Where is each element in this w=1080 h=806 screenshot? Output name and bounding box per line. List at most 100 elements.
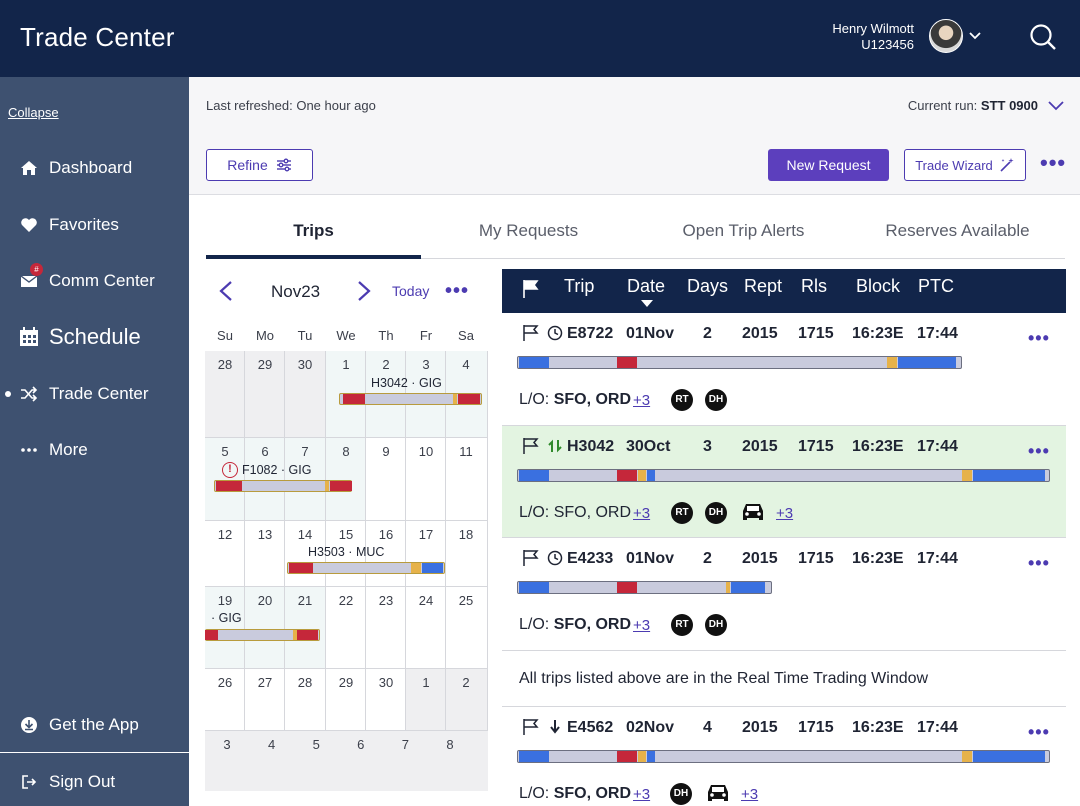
more-layovers-link[interactable]: +3: [633, 392, 650, 409]
calendar-day-number: 9: [382, 444, 390, 459]
flag-icon[interactable]: [522, 279, 540, 299]
sign-out-link[interactable]: Sign Out: [0, 762, 189, 802]
avatar[interactable]: [929, 19, 963, 53]
table-row[interactable]: E4562 02Nov 4 2015 1715 16:23E 17:44 ••• L/O: SF…: [502, 707, 1066, 806]
calendar-day-number: 28: [217, 357, 233, 372]
col-ptc[interactable]: PTC: [918, 276, 954, 297]
row-options-icon[interactable]: •••: [1028, 723, 1050, 741]
calendar-day-number: 30: [378, 675, 394, 690]
chevron-right-icon[interactable]: [356, 280, 372, 302]
cell-ptc: 17:44: [917, 325, 958, 342]
row-options-icon[interactable]: •••: [1028, 329, 1050, 347]
clock-icon: [547, 550, 563, 566]
calendar-day-number: 28: [297, 675, 313, 690]
trip-segment: [519, 357, 549, 368]
tab-open-trip-alerts[interactable]: Open Trip Alerts: [636, 213, 851, 259]
table-row[interactable]: E8722 01Nov 2 2015 1715 16:23E 17:44 ••• L/O: SF…: [502, 313, 1066, 426]
more-vehicles-link[interactable]: +3: [741, 786, 758, 803]
more-layovers-link[interactable]: +3: [633, 505, 650, 522]
col-trip[interactable]: Trip: [564, 276, 594, 297]
cell-block: 16:23E: [852, 325, 904, 342]
cell-rls: 1715: [798, 325, 834, 342]
tab-my-requests[interactable]: My Requests: [421, 213, 636, 259]
new-request-button[interactable]: New Request: [768, 149, 889, 181]
get-the-app-link[interactable]: Get the App: [0, 705, 189, 745]
col-block[interactable]: Block: [856, 276, 900, 297]
trip-segment: [973, 470, 1045, 481]
tab-reserves-available[interactable]: Reserves Available: [850, 213, 1065, 259]
more-layovers-link[interactable]: +3: [633, 786, 650, 803]
sidebar-item-label: Dashboard: [49, 158, 133, 177]
collapse-link[interactable]: Collapse: [8, 105, 59, 120]
chevron-down-icon[interactable]: [1046, 97, 1066, 113]
tab-bar: Trips My Requests Open Trip Alerts Reser…: [206, 213, 1065, 259]
table-header: Trip Date Days Rept Rls Block PTC: [502, 269, 1066, 313]
badge-rt: RT: [671, 502, 693, 524]
today-button[interactable]: Today: [392, 283, 429, 299]
sidebar-item-schedule[interactable]: Schedule: [0, 317, 189, 357]
sidebar-item-more[interactable]: More: [0, 430, 189, 470]
current-run[interactable]: Current run: STT 0900: [908, 98, 1038, 113]
trip-segment: [216, 481, 242, 491]
cell-rls: 1715: [798, 550, 834, 567]
calendar-day-number: 30: [297, 357, 313, 372]
trip-segment: [617, 582, 637, 593]
row-options-icon[interactable]: •••: [1028, 554, 1050, 572]
calendar-day-number: 4: [462, 357, 470, 372]
calendar-trip-label[interactable]: F1082 · GIG: [242, 463, 311, 477]
flag-icon[interactable]: [522, 437, 540, 455]
chevron-left-icon[interactable]: [218, 280, 234, 302]
trip-segment: [453, 394, 457, 404]
row-options-icon[interactable]: •••: [1028, 442, 1050, 460]
calendar-day-number: 3: [422, 357, 430, 372]
calendar-day-number: 7: [401, 737, 409, 752]
col-rls[interactable]: Rls: [801, 276, 827, 297]
user-info[interactable]: Henry Wilmott U123456: [832, 21, 914, 53]
trade-wizard-label: Trade Wizard: [915, 157, 993, 173]
sidebar-item-trade-center[interactable]: Trade Center: [0, 374, 189, 414]
table-row[interactable]: E4233 01Nov 2 2015 1715 16:23E 17:44 ••• L/O: SF…: [502, 538, 1066, 651]
calendar-trip-label[interactable]: H3042 · GIG: [371, 376, 442, 390]
trip-segment: [617, 357, 637, 368]
sign-out-label: Sign Out: [49, 772, 116, 791]
cell-days: 2: [703, 325, 712, 342]
calendar-day-number: 6: [261, 444, 269, 459]
col-rept[interactable]: Rept: [744, 276, 782, 297]
weekday-label: Th: [378, 328, 394, 343]
layover-info: L/O: SFO, ORD: [519, 504, 631, 522]
trip-segment: [422, 563, 443, 573]
calendar-trip-label[interactable]: H3503 · MUC: [308, 545, 384, 559]
trip-segment: [638, 751, 646, 762]
more-layovers-link[interactable]: +3: [633, 617, 650, 634]
sidebar-item-favorites[interactable]: Favorites: [0, 205, 189, 245]
flag-icon[interactable]: [522, 549, 540, 567]
tab-trips[interactable]: Trips: [206, 213, 421, 259]
col-date[interactable]: Date: [627, 276, 665, 297]
sidebar-item-label: Comm Center: [49, 271, 155, 290]
more-vehicles-link[interactable]: +3: [776, 505, 793, 522]
flag-icon[interactable]: [522, 718, 540, 736]
calendar-day-number: 23: [378, 593, 394, 608]
calendar-options-icon[interactable]: •••: [445, 281, 469, 301]
sliders-icon: [276, 158, 291, 172]
flag-icon[interactable]: [522, 324, 540, 342]
refine-button[interactable]: Refine: [206, 149, 313, 181]
trip-segment: [343, 394, 365, 404]
trade-wizard-button[interactable]: Trade Wizard: [904, 149, 1026, 181]
sidebar-item-comm-center[interactable]: # Comm Center: [0, 261, 189, 301]
chevron-down-icon[interactable]: [967, 28, 983, 44]
table-row[interactable]: H3042 30Oct 3 2015 1715 16:23E 17:44 ••• L/O: SF…: [502, 426, 1066, 538]
sidebar-item-dashboard[interactable]: Dashboard: [0, 148, 189, 188]
weekday-label: Mo: [255, 328, 275, 343]
trip-segment: [519, 751, 549, 762]
layover-cities: SFO, ORD: [553, 504, 632, 521]
trip-segment: [887, 357, 897, 368]
calendar-trip-label[interactable]: · GIG: [211, 611, 242, 625]
search-icon[interactable]: [1028, 22, 1058, 52]
calendar-day-number: 7: [301, 444, 309, 459]
car-icon: [708, 785, 728, 801]
toolbar: Last refreshed: One hour ago Current run…: [189, 77, 1080, 195]
col-days[interactable]: Days: [687, 276, 728, 297]
calendar-day-number: 29: [338, 675, 354, 690]
more-options-icon[interactable]: •••: [1040, 152, 1066, 174]
